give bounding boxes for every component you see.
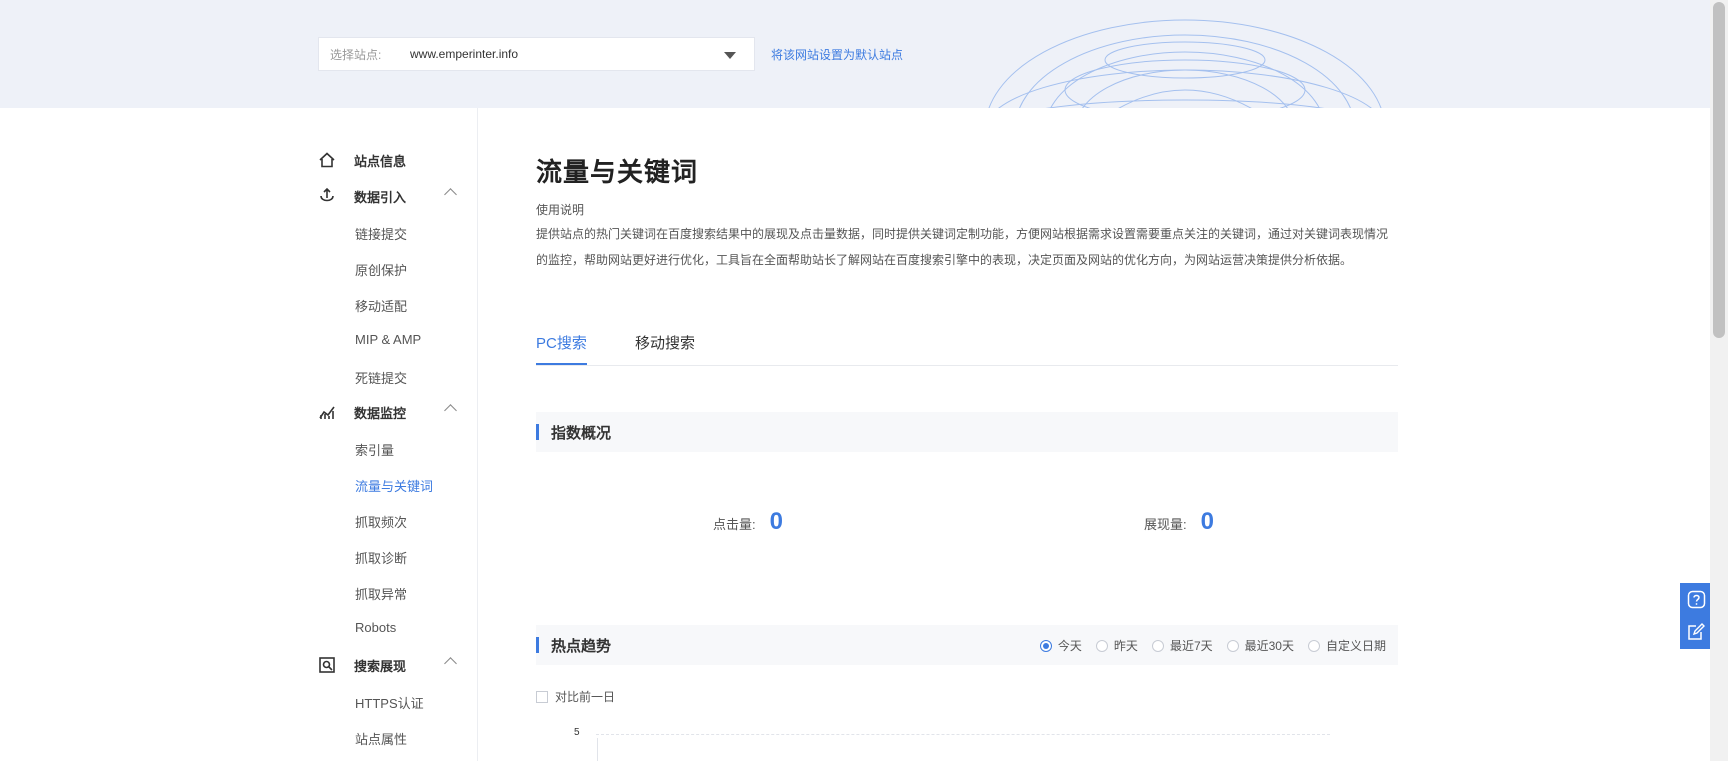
clicks-value: 0 <box>769 508 783 535</box>
sidebar-group-search-display[interactable]: 搜索展现 <box>318 653 468 677</box>
radio-last-30-days[interactable]: 最近30天 <box>1226 637 1294 654</box>
sidebar-group-data-import[interactable]: 数据引入 <box>318 184 468 208</box>
sidebar-group-label: 数据引入 <box>354 189 407 205</box>
search-display-icon <box>319 657 335 673</box>
page-title: 流量与关键词 <box>536 157 699 187</box>
sidebar-item-original-protect[interactable]: 原创保护 <box>355 260 407 279</box>
sidebar-group-site-info[interactable]: 站点信息 <box>318 148 468 172</box>
compare-label: 对比前一日 <box>555 690 616 704</box>
sidebar-item-dead-link[interactable]: 死链提交 <box>355 368 407 387</box>
radio-label: 昨天 <box>1113 639 1138 653</box>
radio-dot[interactable] <box>1151 639 1164 652</box>
chart-gridline <box>596 734 1330 735</box>
tab-pc-search[interactable]: PC搜索 <box>536 332 587 365</box>
sidebar-item-crawl-errors[interactable]: 抓取异常 <box>355 584 407 603</box>
sidebar-item-crawl-frequency[interactable]: 抓取频次 <box>355 512 407 531</box>
page-scrollbar[interactable] <box>1710 0 1728 761</box>
chart-y-tick: 5 <box>574 727 580 738</box>
radio-label: 最近30天 <box>1244 639 1294 653</box>
radio-yesterday[interactable]: 昨天 <box>1095 637 1138 654</box>
section-accent-bar <box>536 637 539 653</box>
chart-y-axis <box>597 738 598 761</box>
sidebar-item-crawl-diagnosis[interactable]: 抓取诊断 <box>355 548 407 567</box>
chevron-up-icon[interactable] <box>444 188 457 201</box>
clicks-label: 点击量: <box>713 517 756 532</box>
site-selector-value: www.emperinter.info <box>410 47 519 61</box>
section-accent-bar <box>536 424 539 440</box>
sidebar-item-robots[interactable]: Robots <box>355 620 396 635</box>
sidebar-item-link-submit[interactable]: 链接提交 <box>355 224 407 243</box>
impressions-label: 展现量: <box>1144 517 1187 532</box>
help-icon[interactable] <box>1687 590 1706 609</box>
sidebar-item-traffic-keywords[interactable]: 流量与关键词 <box>355 476 433 495</box>
impressions-stat: 展现量: 0 <box>1144 508 1214 536</box>
radio-label: 自定义日期 <box>1325 639 1386 653</box>
radio-dot[interactable] <box>1307 639 1320 652</box>
sidebar: 站点信息 数据引入 链接提交 原创保护 移动适配 MIP & AMP 死链提交 … <box>0 108 478 761</box>
overview-title: 指数概况 <box>551 424 612 442</box>
sidebar-group-data-monitor[interactable]: 数据监控 <box>318 400 468 424</box>
checkbox-box[interactable] <box>536 690 548 703</box>
sidebar-item-index-volume[interactable]: 索引量 <box>355 440 394 459</box>
set-default-site-link[interactable]: 将该网站设置为默认站点 <box>771 46 903 63</box>
radio-label: 今天 <box>1057 639 1082 653</box>
scrollbar-thumb[interactable] <box>1713 2 1725 338</box>
date-range-radios: 今天 昨天 最近7天 最近30天 自定义日期 <box>1026 637 1386 654</box>
caret-down-icon[interactable] <box>724 52 736 59</box>
globe-decoration <box>988 19 1382 108</box>
sidebar-item-mip-amp[interactable]: MIP & AMP <box>355 332 421 347</box>
site-selector-label: 选择站点: <box>330 47 382 62</box>
sidebar-group-label: 站点信息 <box>354 153 407 169</box>
tab-mobile-search[interactable]: 移动搜索 <box>635 332 695 363</box>
site-selector[interactable]: 选择站点: www.emperinter.info <box>318 37 755 71</box>
top-banner: 选择站点: www.emperinter.info 将该网站设置为默认站点 <box>0 0 1710 108</box>
feedback-edit-icon[interactable] <box>1687 622 1706 641</box>
impressions-value: 0 <box>1200 508 1214 535</box>
clicks-stat: 点击量: 0 <box>713 508 783 536</box>
radio-label: 最近7天 <box>1169 639 1213 653</box>
radio-dot[interactable] <box>1226 639 1239 652</box>
sidebar-group-label: 数据监控 <box>354 405 407 421</box>
sidebar-item-mobile-adapt[interactable]: 移动适配 <box>355 296 407 315</box>
chevron-up-icon[interactable] <box>444 404 457 417</box>
floating-toolbar <box>1680 583 1713 649</box>
monitor-chart-icon <box>319 406 335 419</box>
sidebar-item-https-cert[interactable]: HTTPS认证 <box>355 693 424 712</box>
home-icon <box>319 152 335 168</box>
usage-title: 使用说明 <box>536 203 585 217</box>
radio-custom-date[interactable]: 自定义日期 <box>1307 637 1386 654</box>
radio-dot[interactable] <box>1095 639 1108 652</box>
radio-dot[interactable] <box>1039 639 1052 652</box>
radio-last-7-days[interactable]: 最近7天 <box>1151 637 1213 654</box>
usage-description: 提供站点的热门关键词在百度搜索结果中的展现及点击量数据，同时提供关键词定制功能，… <box>536 227 1389 267</box>
trend-title: 热点趋势 <box>551 637 612 655</box>
chevron-up-icon[interactable] <box>444 657 457 670</box>
overview-section-header: 指数概况 <box>536 412 1398 452</box>
radio-today[interactable]: 今天 <box>1039 637 1082 654</box>
data-import-icon <box>320 187 334 202</box>
trend-section-header: 热点趋势 今天 昨天 最近7天 最近30天 自定义日期 <box>536 625 1398 665</box>
search-tabs: PC搜索 移动搜索 <box>536 326 1398 366</box>
compare-previous-day-checkbox[interactable]: 对比前一日 <box>536 688 615 705</box>
sidebar-item-site-properties[interactable]: 站点属性 <box>355 729 407 748</box>
sidebar-group-label: 搜索展现 <box>354 658 407 674</box>
